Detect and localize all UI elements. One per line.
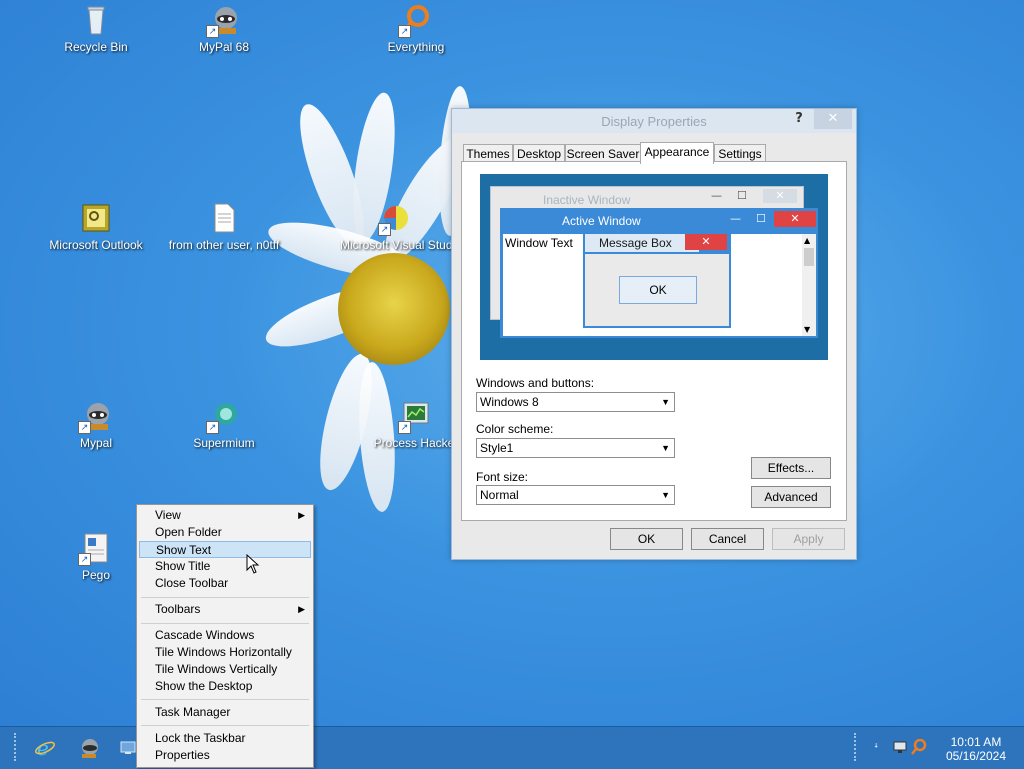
color-scheme-label: Color scheme: [476,422,554,436]
close-button[interactable]: ✕ [814,109,852,129]
scroll-up-icon: ▲ [804,236,811,245]
taskbar-clock[interactable]: 10:01 AM 05/16/2024 [946,735,1006,763]
effects-button[interactable]: Effects... [751,457,831,479]
recycle-bin-icon [80,4,112,36]
shortcut-arrow-icon: ↗ [206,421,219,434]
preview-active-client: Window Text ▲ ▼ Message Box ✕ OK [503,232,816,336]
raccoon-icon[interactable] [78,737,100,762]
menu-item-toolbars[interactable]: Toolbars ▶ [139,601,311,618]
raccoon-icon: ↗ [78,400,112,434]
preview-window-text: Window Text [505,236,573,250]
appearance-panel: Inactive Window — ☐ ✕ Active Window — ☐ … [461,161,847,521]
cancel-button[interactable]: Cancel [691,528,764,550]
submenu-arrow-icon: ▶ [298,510,305,520]
menu-item-tile-vertically[interactable]: Tile Windows Vertically [139,661,311,678]
visual-studio-icon: ↗ [378,202,412,236]
menu-item-close-toolbar[interactable]: Close Toolbar [139,575,311,592]
maximize-icon: ☐ [737,189,747,202]
magnifier-icon[interactable] [911,738,927,758]
scroll-thumb [804,248,814,266]
windows-buttons-select[interactable]: Windows 8 ▼ [476,392,675,412]
apply-button[interactable]: Apply [772,528,845,550]
minimize-icon: — [711,189,722,202]
menu-item-tile-horizontally[interactable]: Tile Windows Horizontally [139,644,311,661]
menu-item-view[interactable]: View ▶ [139,507,311,524]
shortcut-arrow-icon: ↗ [398,25,411,38]
menu-item-open-folder[interactable]: Open Folder [139,524,311,541]
network-icon[interactable] [892,739,908,758]
tab-appearance[interactable]: Appearance [640,142,714,164]
active-window-title: Active Window [562,214,641,228]
menu-item-show-text[interactable]: Show Text [139,541,311,558]
desktop-icon-everything[interactable]: ↗ Everything [356,4,476,54]
outlook-icon [80,202,112,234]
menu-separator [141,597,309,598]
pego-icon: ↗ [78,532,112,566]
supermium-icon: ↗ [206,400,240,434]
help-button[interactable]: ? [786,109,812,129]
clock-date: 05/16/2024 [945,749,1006,763]
font-size-label: Font size: [476,470,529,484]
desktop-icon-microsoft-outlook[interactable]: Microsoft Outlook [36,202,156,252]
dropdown-arrow-icon: ▼ [661,490,670,500]
menu-separator [141,623,309,624]
menu-item-task-manager[interactable]: Task Manager [139,704,311,721]
preview-scrollbar: ▲ ▼ [802,234,816,336]
inactive-window-title: Inactive Window [543,193,631,207]
tray-grip[interactable] [854,733,860,761]
shortcut-arrow-icon: ↗ [78,553,91,566]
minimize-icon: — [730,212,741,225]
dialog-titlebar[interactable]: Display Properties ? ✕ [452,109,856,133]
maximize-icon: ☐ [756,212,766,225]
menu-item-show-title[interactable]: Show Title [139,558,311,575]
dropdown-arrow-icon: ▼ [661,397,670,407]
message-box-title: Message Box [585,234,699,252]
close-icon: ✕ [763,189,797,203]
dropdown-arrow-icon: ▼ [661,443,670,453]
preview-ok-button: OK [619,276,697,304]
preview-message-box: Message Box ✕ OK [583,232,731,328]
desktop-icon-mypal-68[interactable]: ↗ MyPal 68 [164,4,284,54]
ok-button[interactable]: OK [610,528,683,550]
toolbar-grip[interactable] [14,733,20,761]
shortcut-arrow-icon: ↗ [398,421,411,434]
desktop-icon-text-file[interactable]: from other user, n0tff [164,202,284,252]
document-icon [208,202,240,234]
message-box-client: OK [585,254,729,326]
show-desktop-icon[interactable] [120,741,136,758]
preview-active-window: Active Window — ☐ ✕ Window Text ▲ ▼ Mess… [500,208,818,338]
close-icon: ✕ [685,234,727,250]
display-properties-dialog: Display Properties ? ✕ Themes Desktop Sc… [451,108,857,560]
advanced-button[interactable]: Advanced [751,486,831,508]
menu-separator [141,699,309,700]
font-size-select[interactable]: Normal ▼ [476,485,675,505]
menu-item-lock-taskbar[interactable]: Lock the Taskbar [139,730,311,747]
scroll-down-icon: ▼ [804,325,811,334]
tray-expand-icon[interactable]: ꜜ [874,741,878,754]
submenu-arrow-icon: ▶ [298,604,305,614]
close-icon: ✕ [774,211,816,227]
menu-item-cascade-windows[interactable]: Cascade Windows [139,627,311,644]
shortcut-arrow-icon: ↗ [378,223,391,236]
menu-separator [141,725,309,726]
internet-explorer-icon[interactable]: e [34,736,56,762]
taskbar-context-menu: View ▶ Open Folder Show Text Show Title C… [136,504,314,768]
menu-item-properties[interactable]: Properties [139,747,311,764]
desktop-icon-mypal[interactable]: ↗ Mypal [36,400,156,450]
magnifier-icon: ↗ [398,4,432,38]
clock-time: 10:01 AM [950,735,1002,749]
mouse-cursor-icon [246,553,260,577]
shortcut-arrow-icon: ↗ [206,25,219,38]
appearance-preview: Inactive Window — ☐ ✕ Active Window — ☐ … [480,174,828,360]
raccoon-icon: ↗ [206,4,240,38]
shortcut-arrow-icon: ↗ [78,421,91,434]
desktop-icon-supermium[interactable]: ↗ Supermium [164,400,284,450]
desktop-icon-recycle-bin[interactable]: Recycle Bin [36,4,156,54]
menu-item-show-desktop[interactable]: Show the Desktop [139,678,311,695]
desktop-icon-visual-studio[interactable]: ↗ Microsoft Visual Stud [340,202,452,252]
process-hacker-icon: ↗ [398,400,432,434]
windows-buttons-label: Windows and buttons: [476,376,595,390]
color-scheme-select[interactable]: Style1 ▼ [476,438,675,458]
